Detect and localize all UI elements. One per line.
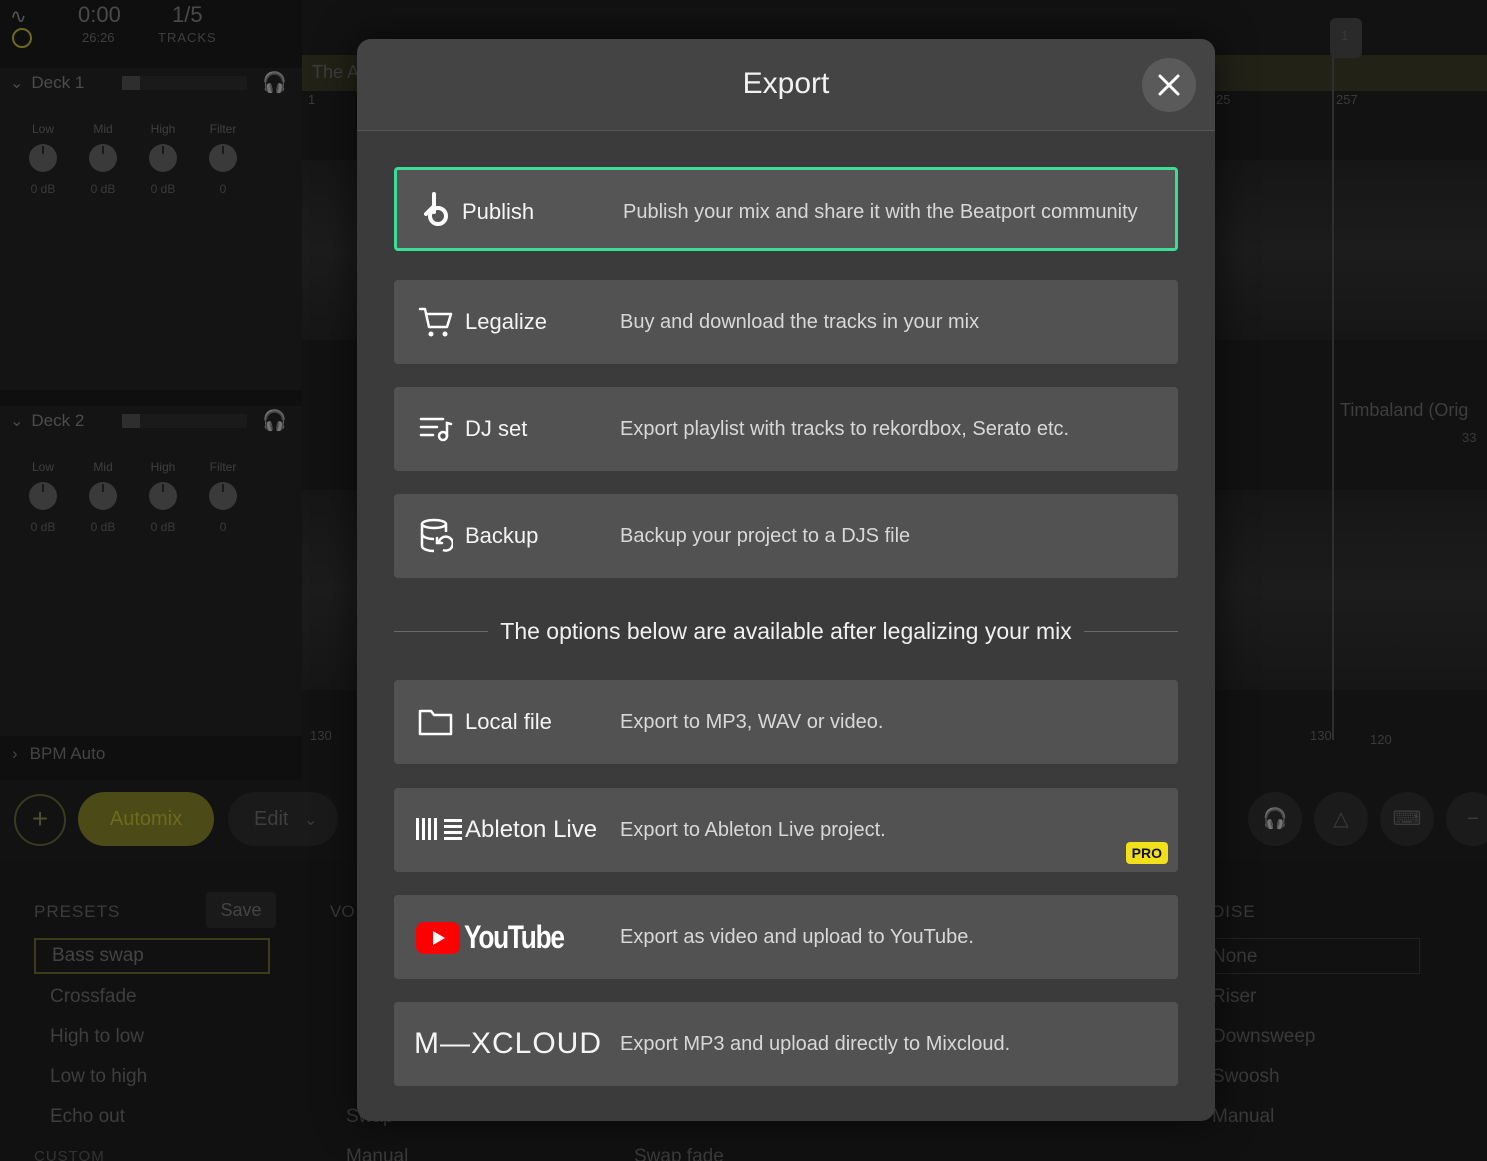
export-option-backup[interactable]: Backup Backup your project to a DJS file [394, 494, 1178, 578]
export-option-legalize[interactable]: Legalize Buy and download the tracks in … [394, 280, 1178, 364]
playlist-icon [416, 409, 456, 449]
export-option-mixcloud[interactable]: M—XCLOUD Export MP3 and upload directly … [394, 1002, 1178, 1086]
option-label: Local file [465, 709, 552, 734]
option-label: DJ set [465, 416, 528, 441]
export-option-youtube[interactable]: YouTube Export as video and upload to Yo… [394, 895, 1178, 979]
close-button[interactable] [1142, 58, 1196, 112]
modal-title: Export [742, 67, 830, 100]
legalize-divider: The options below are available after le… [394, 611, 1179, 651]
export-option-dj-set[interactable]: DJ set Export playlist with tracks to re… [394, 387, 1178, 471]
option-description: Backup your project to a DJS file [620, 524, 911, 547]
folder-icon [416, 702, 456, 742]
export-modal: Export Publish Publish your mix and shar… [357, 39, 1215, 1121]
beatport-icon [417, 190, 457, 230]
export-option-publish[interactable]: Publish Publish your mix and share it wi… [394, 167, 1178, 251]
option-description: Export MP3 and upload directly to Mixclo… [620, 1032, 1011, 1055]
cart-icon [416, 302, 456, 342]
database-icon [416, 516, 456, 556]
export-option-local-file[interactable]: Local file Export to MP3, WAV or video. [394, 680, 1178, 764]
close-icon [1158, 74, 1180, 96]
option-description: Export playlist with tracks to rekordbox… [620, 417, 1070, 440]
option-description: Publish your mix and share it with the B… [623, 200, 1138, 223]
option-label: Legalize [465, 309, 547, 334]
option-description: Export to MP3, WAV or video. [620, 710, 884, 733]
divider-text: The options below are available after le… [500, 617, 1072, 644]
divider-line [1083, 630, 1179, 632]
option-description: Buy and download the tracks in your mix [620, 310, 980, 333]
ableton-icon [416, 818, 462, 840]
option-description: Export to Ableton Live project. [620, 818, 886, 841]
divider-line [394, 630, 489, 632]
option-label: Ableton Live [465, 816, 598, 843]
mixcloud-icon: M—XCLOUD [414, 1027, 603, 1060]
modal-header: Export [357, 39, 1215, 131]
youtube-wordmark: YouTube [464, 919, 565, 955]
option-label: Publish [462, 199, 535, 224]
export-option-ableton[interactable]: Ableton Live Export to Ableton Live proj… [394, 788, 1178, 872]
youtube-icon: YouTube [416, 919, 586, 956]
pro-badge: PRO [1125, 842, 1168, 864]
youtube-play-icon [416, 921, 460, 954]
option-description: Export as video and upload to YouTube. [620, 925, 974, 948]
option-label: Backup [465, 523, 539, 548]
